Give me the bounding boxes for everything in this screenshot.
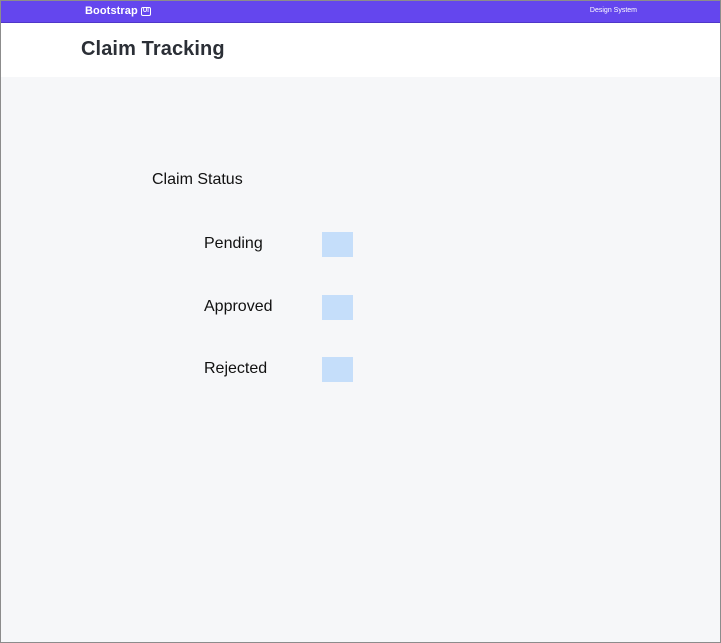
status-label: Pending — [204, 235, 263, 252]
claim-status-heading: Claim Status — [152, 171, 243, 188]
brand-logo[interactable]: Bootstrap UI — [85, 4, 152, 18]
status-indicator — [322, 295, 353, 320]
status-indicator — [322, 357, 353, 382]
page-header: Claim Tracking — [1, 23, 720, 77]
page-title: Claim Tracking — [81, 38, 225, 60]
app-window: Bootstrap UI Design System Claim Trackin… — [0, 0, 721, 643]
status-row-approved: Approved — [204, 295, 364, 320]
status-row-pending: Pending — [204, 232, 364, 257]
status-row-rejected: Rejected — [204, 357, 364, 382]
top-navbar: Bootstrap UI Design System — [1, 1, 720, 23]
status-label: Approved — [204, 298, 273, 315]
status-indicator — [322, 232, 353, 257]
design-system-link[interactable]: Design System — [590, 6, 637, 16]
brand-badge: UI — [140, 6, 152, 16]
brand-name: Bootstrap — [85, 5, 138, 17]
status-label: Rejected — [204, 360, 268, 377]
